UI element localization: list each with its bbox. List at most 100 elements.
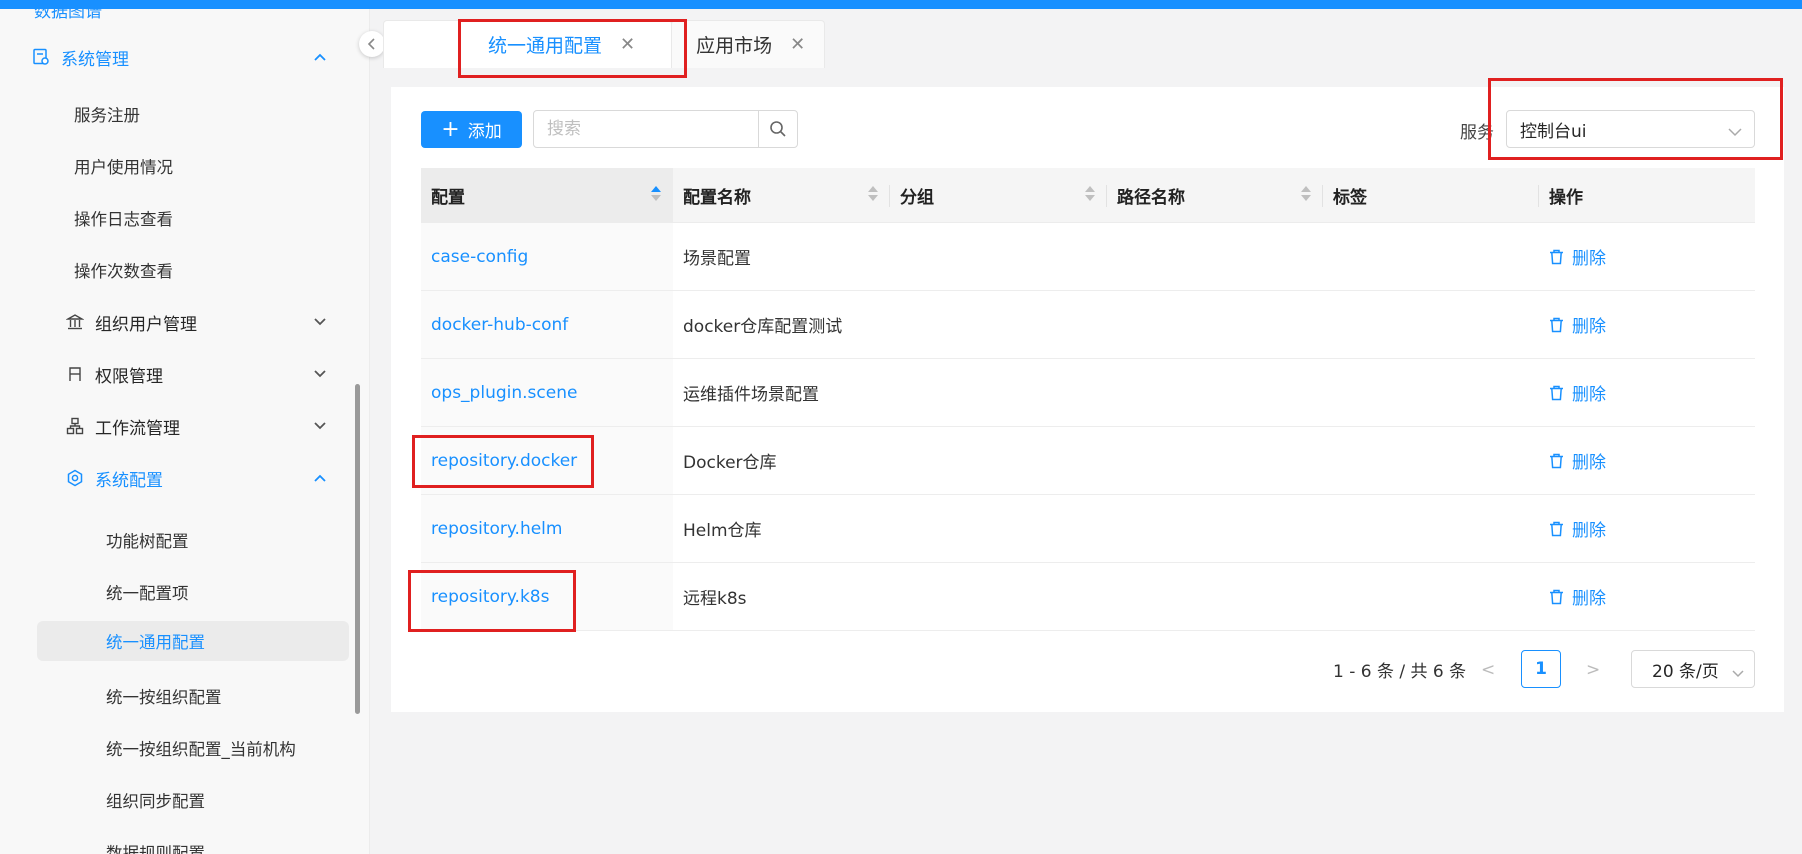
action-cell: 删除: [1539, 495, 1755, 562]
sidebar-item-function-tree[interactable]: 功能树配置: [106, 520, 189, 560]
delete-label: 删除: [1572, 453, 1606, 473]
group-cell: [890, 223, 1107, 290]
group-cell: [890, 291, 1107, 358]
column-header-action: 操作: [1539, 168, 1755, 222]
config-name-cell: 远程k8s: [683, 589, 747, 609]
sort-icon[interactable]: [1301, 186, 1311, 201]
top-accent-bar: [0, 0, 1802, 9]
permission-icon: [64, 363, 86, 385]
sidebar-item-operation-count[interactable]: 操作次数查看: [74, 250, 173, 290]
column-header-path[interactable]: 路径名称: [1107, 168, 1323, 222]
column-header-name[interactable]: 配置名称: [673, 168, 890, 222]
delete-button[interactable]: 删除: [1549, 380, 1606, 405]
path-cell: [1107, 359, 1323, 426]
add-button[interactable]: + 添加: [421, 111, 522, 148]
sidebar-item-org-sync[interactable]: 组织同步配置: [106, 780, 205, 820]
sidebar-group-label: 系统管理: [61, 49, 129, 70]
action-cell: 删除: [1539, 563, 1755, 630]
sidebar-item-unified-general-config[interactable]: 统一通用配置: [37, 621, 349, 661]
sidebar-group-workflow[interactable]: 工作流管理: [64, 414, 180, 439]
tag-cell: [1323, 223, 1539, 290]
sidebar-item-data-rules[interactable]: 数据规则配置: [106, 832, 205, 854]
table-row: docker-hub-conf docker仓库配置测试 删除: [421, 291, 1755, 359]
path-cell: [1107, 427, 1323, 494]
config-table: 配置 配置名称 分组 路径名称 标签 操作 case-config 场景配置 删…: [421, 168, 1755, 631]
trash-icon: [1550, 521, 1563, 536]
column-header-label: 配置: [431, 187, 465, 208]
path-cell: [1107, 223, 1323, 290]
gear-icon: [64, 467, 86, 489]
sidebar-group-permissions[interactable]: 权限管理: [64, 362, 163, 387]
search-button[interactable]: [758, 110, 798, 148]
tab-app-market[interactable]: 应用市场 ✕: [671, 20, 826, 68]
delete-button[interactable]: 删除: [1549, 584, 1606, 609]
sidebar-item-operation-log[interactable]: 操作日志查看: [74, 198, 173, 238]
delete-button[interactable]: 删除: [1549, 516, 1606, 541]
sidebar-item-by-org-config[interactable]: 统一按组织配置: [106, 676, 222, 716]
chevron-down-icon: [1732, 663, 1744, 683]
search-input[interactable]: [533, 110, 759, 148]
pagination-next[interactable]: >: [1586, 660, 1600, 680]
path-cell: [1107, 495, 1323, 562]
sort-icon[interactable]: [868, 186, 878, 201]
tag-cell: [1323, 291, 1539, 358]
sidebar-group-label: 系统配置: [95, 470, 163, 491]
sort-icon[interactable]: [651, 186, 661, 201]
delete-label: 删除: [1572, 521, 1606, 541]
group-cell: [890, 563, 1107, 630]
chevron-down-icon[interactable]: [310, 364, 330, 384]
pagination-page-current[interactable]: 1: [1521, 650, 1561, 688]
trash-icon: [1550, 249, 1563, 264]
sidebar-item-service-registry[interactable]: 服务注册: [74, 94, 140, 134]
sidebar-item-data-graph[interactable]: 数据图谱: [34, 9, 102, 22]
sidebar-item-by-org-current[interactable]: 统一按组织配置_当前机构: [106, 728, 296, 768]
delete-button[interactable]: 删除: [1549, 448, 1606, 473]
page-size-select[interactable]: 20 条/页: [1631, 650, 1755, 688]
column-header-config[interactable]: 配置: [421, 168, 673, 222]
table-row: repository.docker Docker仓库 删除: [421, 427, 1755, 495]
system-management-icon: [30, 46, 52, 68]
table-header: 配置 配置名称 分组 路径名称 标签 操作: [421, 168, 1755, 223]
sidebar-group-system-management[interactable]: 系统管理: [30, 45, 129, 70]
highlight-box-row-docker: [412, 435, 594, 488]
trash-icon: [1550, 589, 1563, 604]
column-header-tag: 标签: [1323, 168, 1539, 222]
highlight-box-row-k8s: [408, 570, 576, 632]
sidebar-group-org-users[interactable]: 组织用户管理: [64, 310, 197, 335]
chevron-down-icon[interactable]: [310, 312, 330, 332]
chevron-up-icon[interactable]: [310, 468, 330, 488]
sort-icon[interactable]: [1085, 186, 1095, 201]
group-cell: [890, 495, 1107, 562]
sidebar-scrollbar[interactable]: [355, 384, 360, 714]
config-key-link[interactable]: repository.helm: [421, 495, 673, 562]
sidebar-item-unified-config-items[interactable]: 统一配置项: [106, 572, 189, 612]
trash-icon: [1550, 385, 1563, 400]
collapse-sidebar-button[interactable]: [359, 31, 385, 57]
chevron-left-icon: [367, 38, 375, 50]
path-cell: [1107, 563, 1323, 630]
delete-button[interactable]: 删除: [1549, 312, 1606, 337]
sidebar-group-label: 组织用户管理: [95, 314, 197, 335]
workflow-icon: [64, 415, 86, 437]
tag-cell: [1323, 563, 1539, 630]
tab-label: 应用市场: [696, 35, 773, 57]
sidebar-item-user-usage[interactable]: 用户使用情况: [74, 146, 173, 186]
config-name-cell: docker仓库配置测试: [683, 317, 843, 337]
page-size-value: 20 条/页: [1652, 661, 1719, 682]
pagination-total: 1 - 6 条 / 共 6 条: [1333, 662, 1467, 682]
config-name-cell: Helm仓库: [683, 521, 762, 541]
table-row: ops_plugin.scene 运维插件场景配置 删除: [421, 359, 1755, 427]
config-key-link[interactable]: case-config: [421, 223, 673, 290]
pagination-prev[interactable]: <: [1481, 660, 1495, 680]
close-icon[interactable]: ✕: [790, 34, 805, 55]
path-cell: [1107, 291, 1323, 358]
chevron-down-icon[interactable]: [310, 416, 330, 436]
tag-cell: [1323, 427, 1539, 494]
sidebar-group-system-config[interactable]: 系统配置: [64, 466, 163, 491]
config-name-cell: Docker仓库: [683, 453, 777, 473]
chevron-up-icon[interactable]: [310, 47, 330, 67]
config-key-link[interactable]: ops_plugin.scene: [421, 359, 673, 426]
config-key-link[interactable]: docker-hub-conf: [421, 291, 673, 358]
delete-button[interactable]: 删除: [1549, 244, 1606, 269]
column-header-group[interactable]: 分组: [890, 168, 1107, 222]
